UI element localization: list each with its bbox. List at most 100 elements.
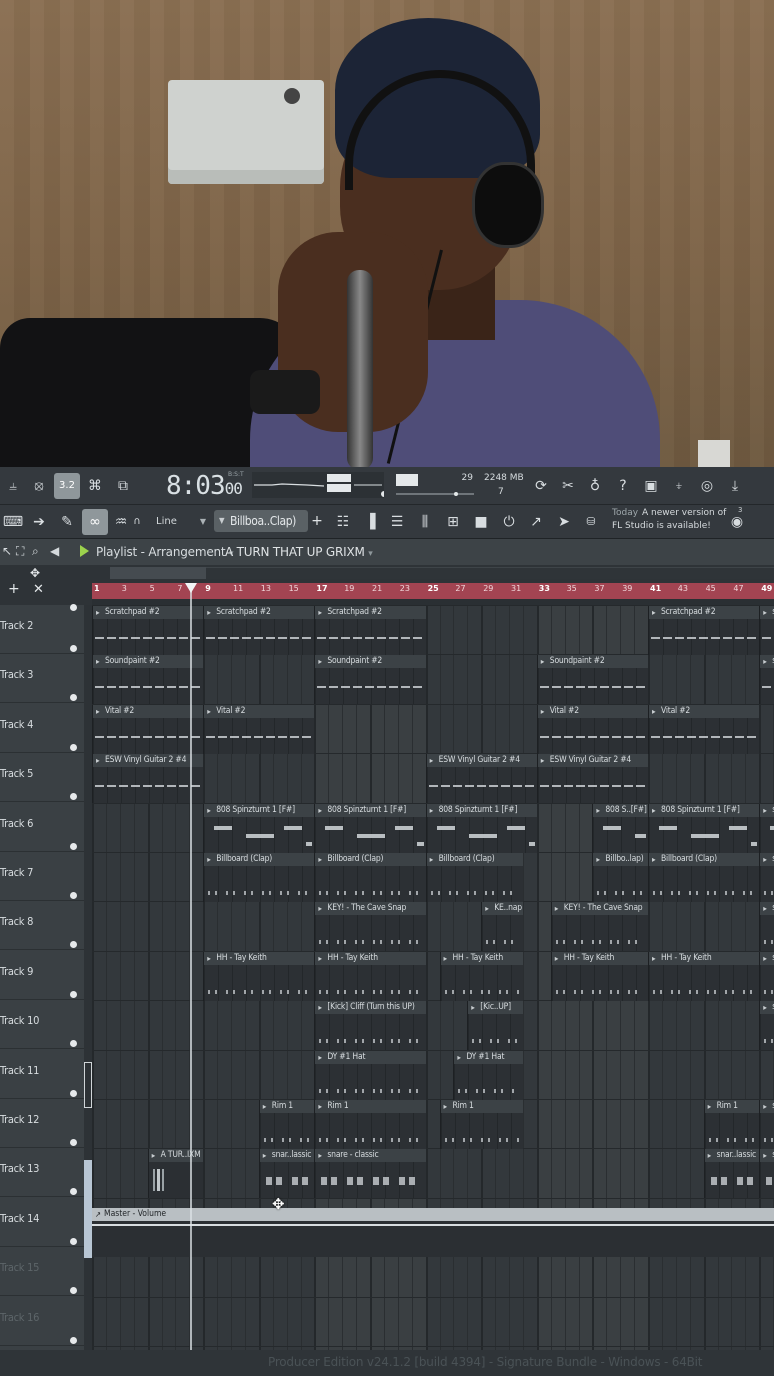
pattern-clip[interactable]: ESW Vinyl Guitar 2 #4 — [425, 754, 537, 804]
pattern-clip[interactable]: DY #1 Hat — [453, 1050, 523, 1100]
pencil-icon[interactable]: ✎ — [54, 509, 80, 535]
track-header[interactable]: Track 8 — [0, 901, 84, 951]
pattern-clip[interactable]: Billboard (Clap) — [425, 853, 523, 902]
pitch-icon[interactable]: ⫨ — [0, 473, 26, 499]
move-icon[interactable]: ✥ — [30, 566, 40, 580]
pattern-clip[interactable]: snare - classic — [314, 1149, 426, 1199]
snap-mode-select[interactable]: Line ▼ — [138, 512, 210, 532]
download-icon[interactable]: ⤓ — [722, 473, 748, 499]
audio-clip[interactable]: A TUR..IXM — [147, 1149, 204, 1199]
track-header[interactable]: Track 4 — [0, 704, 84, 753]
pattern-selector[interactable]: ▼ Billboa..Clap) — [214, 510, 308, 532]
pattern-clip[interactable]: Rim 1 — [258, 1100, 315, 1149]
playhead-marker[interactable] — [185, 583, 197, 593]
track-header[interactable]: Track 7 — [0, 852, 84, 901]
playlist-icon[interactable]: ☷ — [330, 509, 356, 535]
track-mute-led[interactable] — [70, 941, 77, 949]
playlist-play-icon[interactable] — [80, 545, 89, 557]
track-mute-led[interactable] — [70, 842, 77, 850]
pattern-clip[interactable]: Vital #2 — [92, 704, 204, 754]
pattern-clip[interactable]: s — [759, 606, 774, 655]
save-icon[interactable]: ▣ — [638, 473, 664, 499]
pattern-clip[interactable]: Scratchpad #2 — [314, 606, 426, 655]
track-mute-led[interactable] — [70, 1040, 77, 1048]
track-mute-led[interactable] — [70, 604, 77, 611]
pattern-clip[interactable]: 808 Spinzturnt 1 [F#] — [648, 803, 760, 853]
help-icon[interactable]: ? — [610, 473, 636, 499]
mixer-icon[interactable]: ⫼ — [412, 509, 438, 535]
pattern-clip[interactable]: 808 S..[F#] — [592, 803, 648, 853]
pattern-clip[interactable]: s — [759, 655, 774, 705]
file-icon[interactable]: ■ — [468, 509, 494, 535]
pattern-clip[interactable]: Soundpaint #2 — [314, 655, 426, 705]
close-icon[interactable]: ✕ — [33, 582, 44, 597]
track-mute-led[interactable] — [70, 793, 77, 801]
pattern-clip[interactable]: HH - Tay Keith — [550, 951, 648, 1001]
track-mute-led[interactable] — [70, 645, 77, 652]
track-mute-led[interactable] — [70, 1336, 77, 1344]
track-mute-led[interactable] — [70, 892, 77, 899]
track-mute-led[interactable] — [70, 1188, 77, 1196]
add-track-icon[interactable]: + — [8, 581, 20, 597]
pattern-clip[interactable]: Billboard (Clap) — [314, 853, 426, 902]
render-icon[interactable]: ⍖ — [666, 473, 692, 499]
keyboard-icon[interactable]: ⌨ — [0, 509, 26, 535]
pattern-clip[interactable]: Billboard (Clap) — [203, 853, 315, 902]
pattern-clip[interactable]: Soundpaint #2 — [536, 655, 648, 705]
pattern-clip[interactable]: snar..lassic — [258, 1149, 315, 1199]
news-panel[interactable]: Today A newer version of — [612, 508, 726, 518]
pattern-clip[interactable]: s — [759, 1149, 774, 1199]
pattern-clip[interactable]: Soundpaint #2 — [92, 655, 204, 705]
pattern-clip[interactable]: Billbo..lap) — [592, 853, 648, 902]
track-header[interactable]: Track 5 — [0, 753, 84, 803]
track-mute-led[interactable] — [70, 1139, 77, 1146]
track-header[interactable]: Track 13 — [0, 1148, 84, 1198]
playhead-line[interactable] — [190, 583, 192, 1350]
pattern-clip[interactable]: ESW Vinyl Guitar 2 #4 — [536, 754, 648, 804]
pattern-clip[interactable]: s — [759, 1001, 774, 1051]
pattern-clip[interactable]: 808 Spinzturnt 1 [F#] — [425, 803, 537, 853]
track-mute-led[interactable] — [70, 990, 77, 998]
pattern-clip[interactable]: s — [759, 853, 774, 902]
metronome-icon[interactable]: ⦻ — [26, 473, 52, 499]
pattern-clip[interactable]: snar..lassic — [703, 1149, 760, 1199]
channel-rack-icon[interactable]: ☰ — [384, 509, 410, 535]
picker-icon[interactable]: ↗ — [523, 509, 549, 535]
track-header[interactable]: Track 16 — [0, 1297, 84, 1346]
scrollbar-thumb[interactable] — [110, 567, 206, 579]
track-header[interactable]: Track 14 — [0, 1198, 84, 1247]
browser-icon[interactable]: ⊞ — [440, 509, 466, 535]
arrow-icon[interactable]: ➔ — [26, 509, 52, 535]
track-header[interactable]: Track 6 — [0, 803, 84, 852]
track-mute-led[interactable] — [70, 1287, 77, 1295]
track-mute-led[interactable] — [70, 743, 77, 751]
arrangement-name[interactable]: A TURN THAT UP GRIXM ▾ — [225, 545, 373, 559]
plugin-icon[interactable]: ⏻ — [496, 509, 522, 535]
piano-roll-icon[interactable]: ▐ — [357, 509, 383, 535]
pattern-clip[interactable]: Vital #2 — [203, 704, 315, 754]
zoom-fit-icon[interactable]: ⛶ — [16, 544, 24, 559]
horizontal-scrollbar[interactable] — [110, 567, 774, 579]
track-header[interactable]: Track 2 — [0, 604, 84, 654]
track-header[interactable]: Track 3 — [0, 654, 84, 704]
pattern-clip[interactable]: Billboard (Clap) — [648, 853, 760, 902]
mic-icon[interactable]: ♁ — [582, 473, 608, 499]
pattern-clip[interactable]: Vital #2 — [648, 704, 760, 754]
brush-icon[interactable]: ➤ — [551, 509, 577, 535]
automation-clip-master-volume[interactable]: Master - Volume — [92, 1208, 774, 1257]
pattern-clip[interactable]: s — [759, 902, 774, 952]
pattern-clip[interactable]: ESW Vinyl Guitar 2 #4 — [92, 754, 204, 804]
tempo-icon[interactable]: 3.2 — [54, 473, 80, 499]
track-header[interactable]: Track 12 — [0, 1099, 84, 1148]
step-record-icon[interactable]: ⧉ — [110, 473, 136, 499]
pattern-clip[interactable]: Rim 1 — [314, 1100, 426, 1149]
add-pattern-button[interactable]: + — [310, 510, 324, 532]
chat-icon[interactable]: ◎ — [694, 473, 720, 499]
pattern-clip[interactable]: KE..nap — [481, 902, 523, 952]
pattern-clip[interactable]: [Kick] Cliff (Turn this UP) — [314, 1001, 426, 1051]
track-mute-led[interactable] — [70, 1237, 77, 1245]
track-header[interactable]: Track 10 — [0, 1000, 84, 1050]
typing-keyboard-icon[interactable]: ⌘ — [82, 473, 108, 499]
pattern-clip[interactable]: Scratchpad #2 — [203, 606, 315, 655]
link-icon[interactable]: ∞ — [82, 509, 108, 535]
